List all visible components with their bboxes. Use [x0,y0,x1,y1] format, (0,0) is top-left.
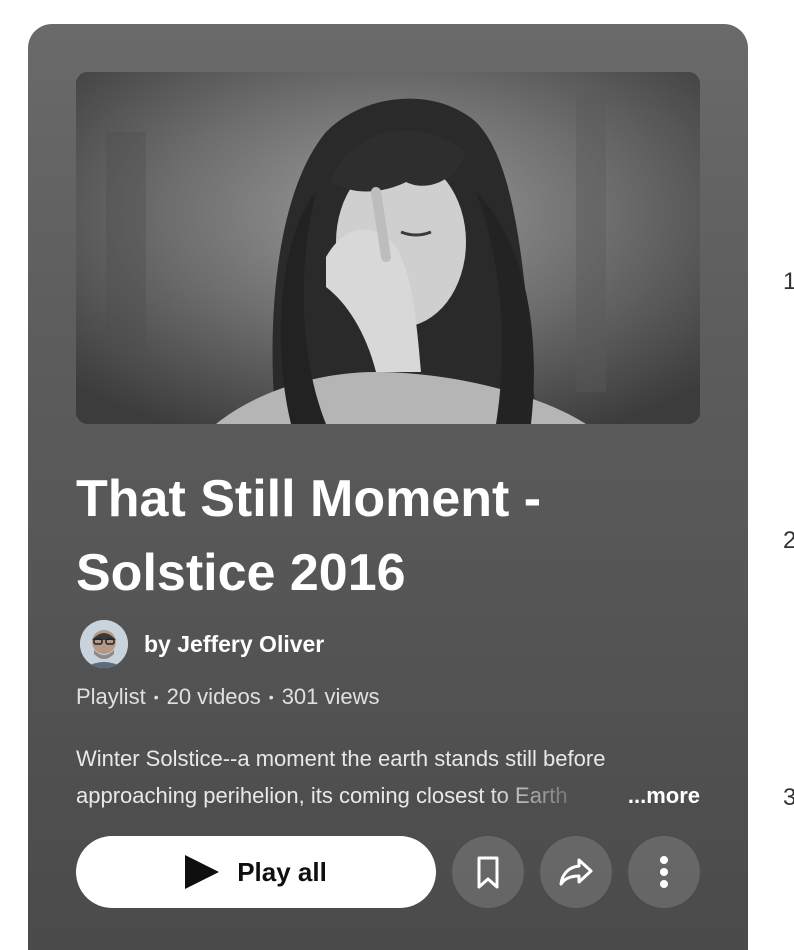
video-index-1: 1 [783,268,794,295]
meta-type: Playlist [76,684,146,709]
save-playlist-button[interactable] [452,836,524,908]
playlist-actions: Play all [76,836,700,908]
playlist-meta: Playlist • 20 videos • 301 views [76,684,380,710]
playlist-title-line2: Solstice 2016 [76,544,406,602]
share-button[interactable] [540,836,612,908]
playlist-title: That Still Moment - Solstice 2016 [76,462,676,610]
more-actions-button[interactable] [628,836,700,908]
meta-separator: • [268,689,274,705]
avatar[interactable] [80,620,128,668]
playlist-description[interactable]: Winter Solstice--a moment the earth stan… [76,740,700,814]
playlist-header-panel: That Still Moment - Solstice 2016 by Jef… [28,24,748,950]
play-all-label: Play all [237,856,327,887]
playlist-page: That Still Moment - Solstice 2016 by Jef… [0,0,794,950]
bookmark-icon [477,856,499,889]
meta-separator: • [153,689,159,705]
owner-name-link[interactable]: by Jeffery Oliver [144,631,324,658]
meta-video-count: 20 videos [166,684,261,709]
description-line2: approaching perihelion, its coming close… [76,783,568,808]
description-line1: Winter Solstice--a moment the earth stan… [76,746,606,771]
more-link[interactable]: ...more [628,777,700,814]
video-index-2: 2 [783,527,794,554]
share-icon [559,858,593,886]
playlist-title-line1: That Still Moment - [76,470,542,528]
avatar-image [80,620,128,668]
description-line2-container: approaching perihelion, its coming close… [76,777,700,814]
meta-view-count: 301 views [281,684,380,709]
more-vert-icon [660,856,668,888]
thumbnail-image [76,72,700,424]
play-all-button[interactable]: Play all [76,836,436,908]
playlist-owner[interactable]: by Jeffery Oliver [80,620,324,668]
video-index-3: 3 [783,784,794,811]
play-icon [185,855,220,889]
playlist-thumbnail[interactable] [76,72,700,424]
